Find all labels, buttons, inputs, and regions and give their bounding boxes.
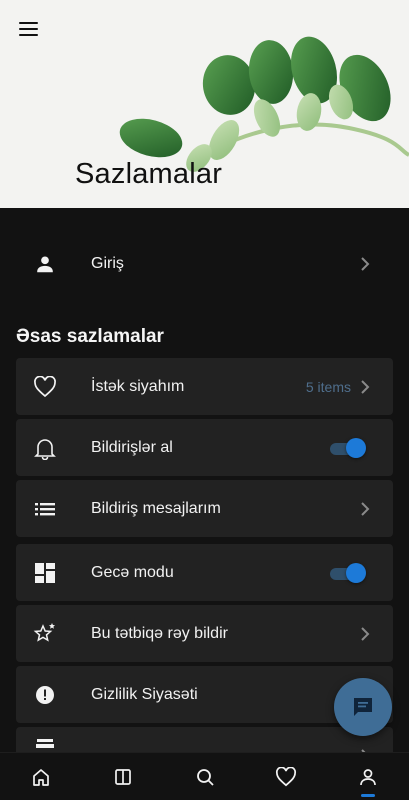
settings-item-night-mode[interactable]: Gecə modu <box>16 544 393 601</box>
settings-item-notifications[interactable]: Bildirişlər al <box>16 419 393 476</box>
chevron-right-icon <box>361 379 370 394</box>
heart-icon <box>276 767 296 787</box>
settings-item-label: Gizlilik Siyasəti <box>91 685 198 703</box>
settings-item-wishlist[interactable]: İstək siyahım 5 items <box>16 358 393 415</box>
home-icon <box>33 769 49 786</box>
list-icon <box>32 496 58 522</box>
settings-item-label: Bildirişlər al <box>91 438 173 456</box>
alert-circle-icon <box>32 682 58 708</box>
heart-outline-icon <box>32 374 58 400</box>
chat-fab-button[interactable] <box>334 678 392 736</box>
dashboard-icon <box>32 560 58 586</box>
settings-item-partial[interactable] <box>16 727 393 752</box>
section-title: Əsas sazlamalar <box>16 326 164 347</box>
notifications-toggle[interactable] <box>328 437 366 459</box>
bottom-navigation <box>0 752 409 800</box>
login-row[interactable]: Giriş <box>16 236 393 292</box>
chevron-right-icon <box>361 501 370 516</box>
settings-item-label: İstək siyahım <box>91 377 185 395</box>
chevron-right-icon <box>361 257 370 271</box>
login-label: Giriş <box>91 255 124 272</box>
nav-home[interactable] <box>21 753 61 800</box>
star-outline-icon <box>32 621 58 647</box>
settings-item-label: Bildiriş mesajlarım <box>91 499 221 517</box>
settings-content: Giriş Əsas sazlamalar İstək siyahım 5 it… <box>0 208 409 752</box>
hamburger-menu-icon[interactable] <box>18 18 40 40</box>
page-title: Sazlamalar <box>75 158 223 190</box>
person-icon <box>32 251 58 277</box>
bell-icon <box>32 435 58 461</box>
settings-item-label: Gecə modu <box>91 563 174 581</box>
person-outline-icon <box>360 769 376 786</box>
night-mode-toggle[interactable] <box>328 562 366 584</box>
storefront-icon <box>32 735 58 752</box>
nav-search[interactable] <box>185 753 225 800</box>
nav-favorites[interactable] <box>266 753 306 800</box>
chevron-right-icon <box>361 626 370 641</box>
wishlist-count: 5 items <box>305 378 351 395</box>
nav-profile[interactable] <box>348 753 388 800</box>
active-tab-indicator <box>361 794 375 797</box>
chat-icon <box>354 698 372 716</box>
settings-item-rate-app[interactable]: Bu tətbiqə rəy bildir <box>16 605 393 662</box>
settings-item-label: Bu tətbiqə rəy bildir <box>91 624 228 642</box>
settings-item-notification-messages[interactable]: Bildiriş mesajlarım <box>16 480 393 537</box>
header-banner: Sazlamalar <box>0 0 409 208</box>
search-icon <box>197 769 214 786</box>
nav-split[interactable] <box>103 753 143 800</box>
book-icon <box>115 769 131 785</box>
